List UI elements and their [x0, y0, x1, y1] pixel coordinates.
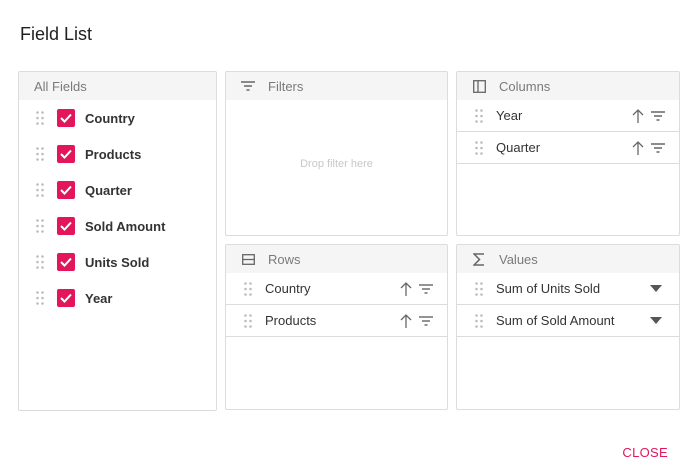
row-item-country[interactable]: Country	[226, 273, 447, 305]
field-checkbox[interactable]	[57, 217, 75, 235]
filter-icon[interactable]	[650, 140, 666, 156]
field-checkbox[interactable]	[57, 109, 75, 127]
rows-panel[interactable]: Rows Country Products	[225, 244, 448, 410]
field-label: Country	[85, 110, 135, 126]
dialog-title: Field List	[20, 24, 93, 44]
drag-handle-icon[interactable]	[36, 291, 44, 305]
field-item-units-sold[interactable]: Units Sold	[19, 244, 216, 280]
sort-ascending-icon[interactable]	[630, 140, 646, 156]
drag-handle-icon[interactable]	[36, 183, 44, 197]
close-button[interactable]: CLOSE	[622, 445, 668, 460]
field-item-sold-amount[interactable]: Sold Amount	[19, 208, 216, 244]
column-item-label: Quarter	[496, 140, 541, 155]
values-header: Values	[457, 245, 679, 273]
columns-icon	[471, 78, 487, 94]
columns-title: Columns	[499, 78, 551, 94]
filters-title: Filters	[268, 78, 304, 94]
row-item-products[interactable]: Products	[226, 305, 447, 337]
all-fields-list: Country Products Quarter Sold Amount Uni	[19, 100, 216, 316]
values-panel[interactable]: Values Sum of Units Sold Sum of Sold Amo…	[456, 244, 680, 410]
field-label: Units Sold	[85, 254, 150, 270]
drag-handle-icon[interactable]	[36, 111, 44, 125]
field-label: Year	[85, 290, 113, 306]
drag-handle-icon[interactable]	[36, 219, 44, 233]
column-item-quarter[interactable]: Quarter	[457, 132, 679, 164]
all-fields-title: All Fields	[34, 78, 87, 94]
drag-handle-icon[interactable]	[244, 281, 252, 296]
filter-icon	[240, 78, 256, 94]
value-item-units-sold[interactable]: Sum of Units Sold	[457, 273, 679, 305]
drag-handle-icon[interactable]	[475, 281, 483, 296]
field-label: Quarter	[85, 182, 132, 198]
drag-handle-icon[interactable]	[475, 108, 483, 123]
drag-handle-icon[interactable]	[244, 313, 252, 328]
columns-panel[interactable]: Columns Year Quarter	[456, 71, 680, 236]
field-item-country[interactable]: Country	[19, 100, 216, 136]
sort-ascending-icon[interactable]	[398, 313, 414, 329]
value-item-label: Sum of Sold Amount	[496, 313, 615, 328]
drop-filter-hint: Drop filter here	[300, 158, 373, 170]
rows-icon	[240, 251, 256, 267]
field-checkbox[interactable]	[57, 145, 75, 163]
field-checkbox[interactable]	[57, 181, 75, 199]
all-fields-header: All Fields	[19, 72, 216, 100]
sort-ascending-icon[interactable]	[398, 281, 414, 297]
rows-header: Rows	[226, 245, 447, 273]
values-title: Values	[499, 251, 538, 267]
filter-icon[interactable]	[418, 313, 434, 329]
field-item-quarter[interactable]: Quarter	[19, 172, 216, 208]
field-checkbox[interactable]	[57, 253, 75, 271]
filters-panel[interactable]: Filters Drop filter here	[225, 71, 448, 236]
filter-icon[interactable]	[418, 281, 434, 297]
filter-icon[interactable]	[650, 108, 666, 124]
value-item-sold-amount[interactable]: Sum of Sold Amount	[457, 305, 679, 337]
column-item-label: Year	[496, 108, 523, 123]
rows-title: Rows	[268, 251, 301, 267]
row-item-label: Products	[265, 313, 317, 328]
field-checkbox[interactable]	[57, 289, 75, 307]
filters-header: Filters	[226, 72, 447, 100]
field-item-products[interactable]: Products	[19, 136, 216, 172]
sort-ascending-icon[interactable]	[630, 108, 646, 124]
all-fields-panel: All Fields Country Products Quarter Sold…	[18, 71, 217, 411]
field-item-year[interactable]: Year	[19, 280, 216, 316]
drag-handle-icon[interactable]	[36, 255, 44, 269]
field-label: Sold Amount	[85, 218, 166, 234]
column-item-year[interactable]: Year	[457, 100, 679, 132]
drag-handle-icon[interactable]	[36, 147, 44, 161]
sigma-icon	[471, 251, 487, 267]
drag-handle-icon[interactable]	[475, 140, 483, 155]
value-item-label: Sum of Units Sold	[496, 281, 601, 296]
columns-header: Columns	[457, 72, 679, 100]
row-item-label: Country	[265, 281, 311, 296]
field-label: Products	[85, 146, 142, 162]
drag-handle-icon[interactable]	[475, 313, 483, 328]
dropdown-arrow-icon[interactable]	[648, 313, 664, 329]
dropdown-arrow-icon[interactable]	[648, 281, 664, 297]
